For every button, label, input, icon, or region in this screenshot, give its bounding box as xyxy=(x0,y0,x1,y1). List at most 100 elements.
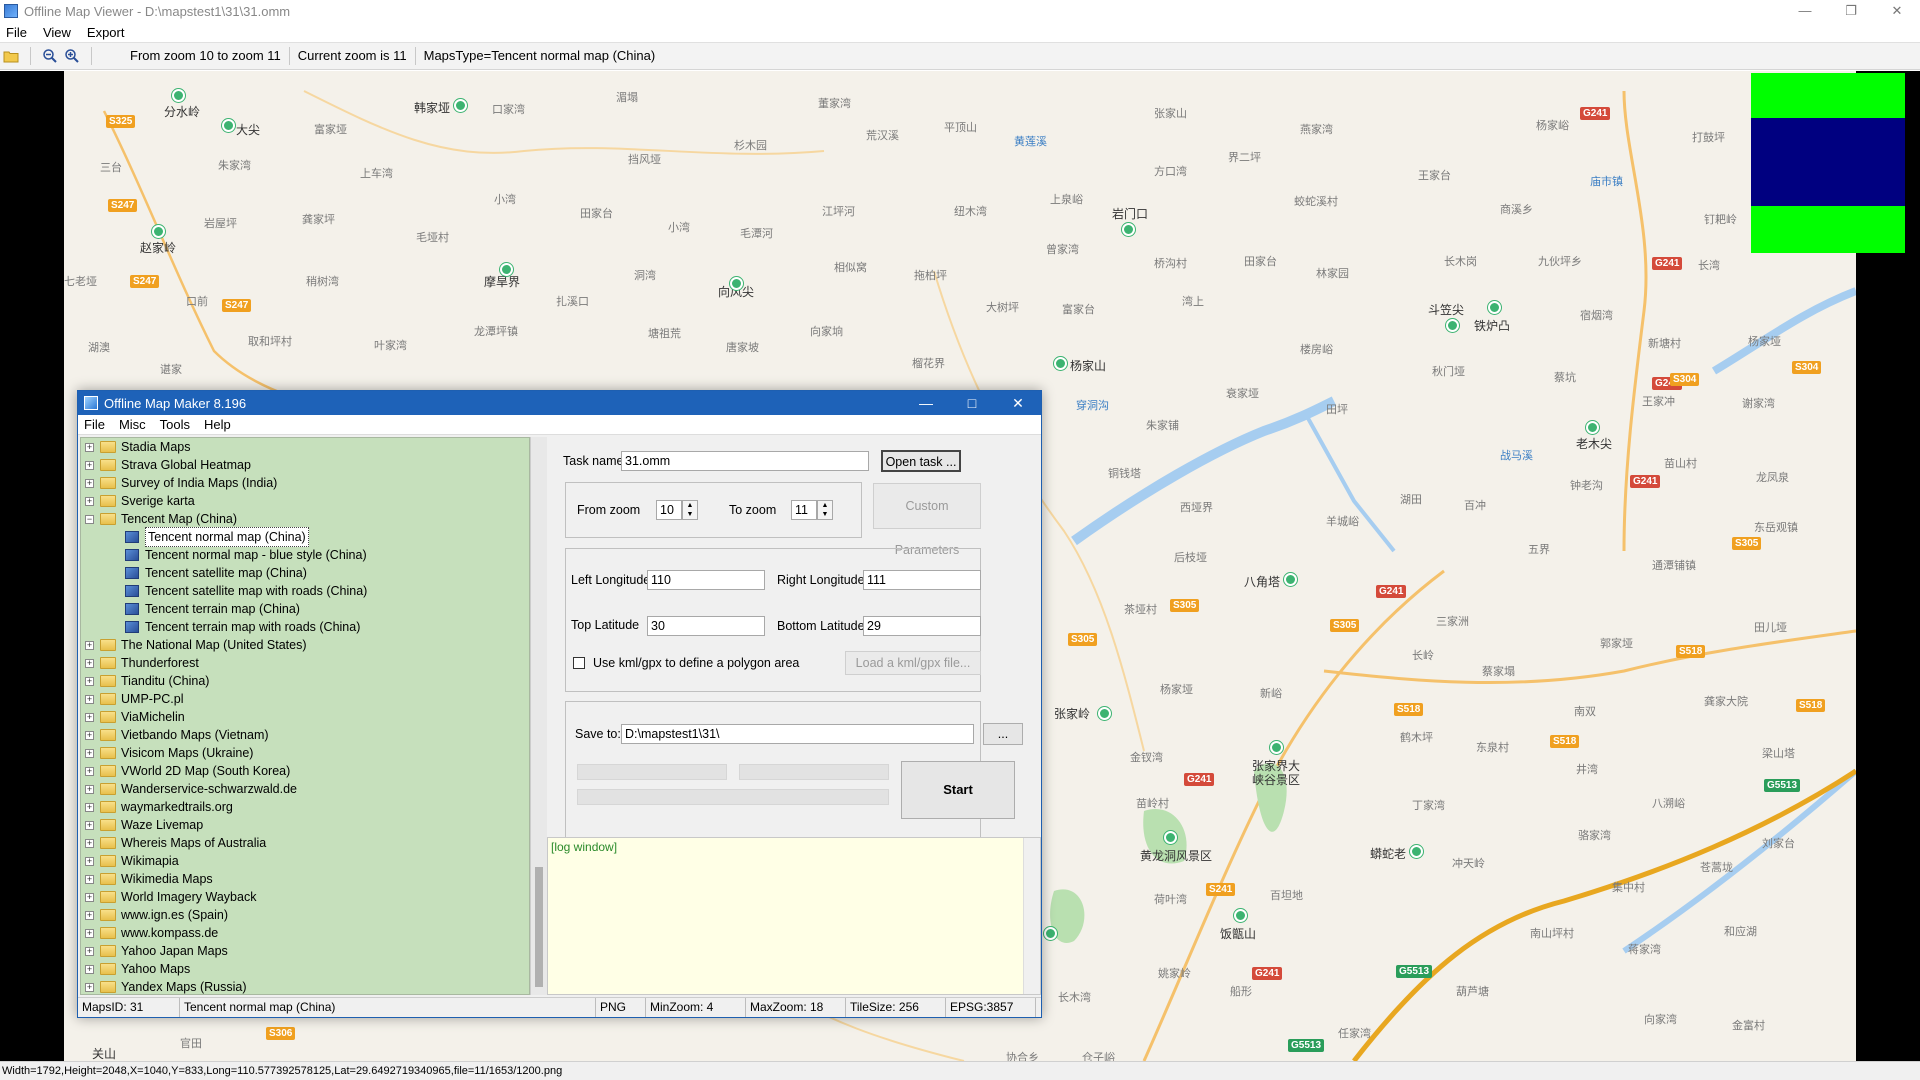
expander-icon[interactable]: + xyxy=(85,658,94,668)
tree-provider-item[interactable]: + World Imagery Wayback xyxy=(81,888,529,906)
tree-provider-item[interactable]: + Strava Global Heatmap xyxy=(81,456,529,474)
tree-scrollbar[interactable] xyxy=(530,437,547,995)
to-zoom-input[interactable]: 11 xyxy=(791,500,817,520)
poi-marker-icon[interactable] xyxy=(500,263,513,276)
log-scrollbar[interactable] xyxy=(1023,838,1040,994)
dialog-menu-misc[interactable]: Misc xyxy=(119,417,146,432)
tree-map-item[interactable]: Tencent normal map (China) xyxy=(81,527,529,547)
browse-button[interactable]: ... xyxy=(983,723,1023,745)
dialog-menu-tools[interactable]: Tools xyxy=(160,417,190,432)
restore-button[interactable]: ❐ xyxy=(1828,0,1874,22)
open-task-button[interactable]: Open task ... xyxy=(881,450,961,472)
bottom-latitude-input[interactable]: 29 xyxy=(863,616,981,636)
poi-marker-icon[interactable] xyxy=(1446,319,1459,332)
expander-icon[interactable]: + xyxy=(85,730,94,740)
tree-provider-item[interactable]: + www.ign.es (Spain) xyxy=(81,906,529,924)
scrollbar-thumb[interactable] xyxy=(535,867,543,987)
tree-provider-item[interactable]: + Thunderforest xyxy=(81,654,529,672)
poi-marker-icon[interactable] xyxy=(152,225,165,238)
expander-icon[interactable]: + xyxy=(85,964,94,974)
dialog-minimize-button[interactable]: — xyxy=(903,391,949,415)
tree-map-item[interactable]: Tencent satellite map with roads (China) xyxy=(81,582,529,600)
expander-icon[interactable]: − xyxy=(85,514,94,524)
poi-marker-icon[interactable] xyxy=(1586,421,1599,434)
menu-file[interactable]: File xyxy=(6,25,27,40)
save-to-input[interactable]: D:\mapstest1\31\ xyxy=(621,724,974,744)
poi-marker-icon[interactable] xyxy=(454,99,467,112)
expander-icon[interactable]: + xyxy=(85,676,94,686)
poi-marker-icon[interactable] xyxy=(222,119,235,132)
expander-icon[interactable]: + xyxy=(85,442,94,452)
from-zoom-spinner[interactable]: ▲ ▼ xyxy=(682,500,698,520)
log-window[interactable]: [log window] xyxy=(547,837,1041,995)
tree-provider-item[interactable]: + Yahoo Japan Maps xyxy=(81,942,529,960)
tree-provider-item[interactable]: + Sverige karta xyxy=(81,492,529,510)
zoom-in-icon[interactable] xyxy=(61,45,83,67)
poi-marker-icon[interactable] xyxy=(1410,845,1423,858)
tree-provider-item[interactable]: + Stadia Maps xyxy=(81,438,529,456)
tree-map-item[interactable]: Tencent terrain map (China) xyxy=(81,600,529,618)
expander-icon[interactable]: + xyxy=(85,748,94,758)
dialog-close-button[interactable]: ✕ xyxy=(995,391,1041,415)
task-name-input[interactable]: 31.omm xyxy=(621,451,869,471)
start-button[interactable]: Start xyxy=(901,761,1015,819)
expander-icon[interactable]: + xyxy=(85,802,94,812)
poi-marker-icon[interactable] xyxy=(1098,707,1111,720)
map-source-tree[interactable]: + Stadia Maps + Strava Global Heatmap + Surve… xyxy=(80,437,530,995)
expander-icon[interactable]: + xyxy=(85,694,94,704)
open-folder-icon[interactable] xyxy=(0,45,22,67)
expander-icon[interactable]: + xyxy=(85,838,94,848)
poi-marker-icon[interactable] xyxy=(1164,831,1177,844)
tree-provider-item[interactable]: + Wikimedia Maps xyxy=(81,870,529,888)
left-longitude-input[interactable]: 110 xyxy=(647,570,765,590)
from-zoom-input[interactable]: 10 xyxy=(656,500,682,520)
tree-map-item[interactable]: Tencent satellite map (China) xyxy=(81,564,529,582)
expander-icon[interactable]: + xyxy=(85,766,94,776)
close-button[interactable]: ✕ xyxy=(1874,0,1920,22)
tree-provider-item[interactable]: + ViaMichelin xyxy=(81,708,529,726)
to-zoom-spinner[interactable]: ▲ ▼ xyxy=(817,500,833,520)
expander-icon[interactable]: + xyxy=(85,820,94,830)
dialog-maximize-button[interactable]: □ xyxy=(949,391,995,415)
expander-icon[interactable]: + xyxy=(85,982,94,992)
poi-marker-icon[interactable] xyxy=(1488,301,1501,314)
tree-provider-item[interactable]: + Visicom Maps (Ukraine) xyxy=(81,744,529,762)
expander-icon[interactable]: + xyxy=(85,928,94,938)
expander-icon[interactable]: + xyxy=(85,784,94,794)
dialog-menu-help[interactable]: Help xyxy=(204,417,231,432)
minimize-button[interactable]: — xyxy=(1782,0,1828,22)
menu-view[interactable]: View xyxy=(43,25,71,40)
tree-provider-item[interactable]: + Survey of India Maps (India) xyxy=(81,474,529,492)
poi-marker-icon[interactable] xyxy=(1270,741,1283,754)
expander-icon[interactable]: + xyxy=(85,496,94,506)
tree-map-item[interactable]: Tencent normal map - blue style (China) xyxy=(81,546,529,564)
custom-parameters-button[interactable]: Custom Parameters xyxy=(873,483,981,557)
load-kml-button[interactable]: Load a kml/gpx file... xyxy=(845,651,981,675)
top-latitude-input[interactable]: 30 xyxy=(647,616,765,636)
tree-provider-item[interactable]: + Yandex Maps (Russia) xyxy=(81,978,529,994)
expander-icon[interactable]: + xyxy=(85,460,94,470)
expander-icon[interactable]: + xyxy=(85,640,94,650)
expander-icon[interactable]: + xyxy=(85,856,94,866)
menu-export[interactable]: Export xyxy=(87,25,125,40)
tree-map-item[interactable]: Tencent terrain map with roads (China) xyxy=(81,618,529,636)
poi-marker-icon[interactable] xyxy=(1234,909,1247,922)
tree-provider-item[interactable]: + Wanderservice-schwarzwald.de xyxy=(81,780,529,798)
use-kml-checkbox[interactable] xyxy=(573,657,585,669)
tree-provider-item[interactable]: + waymarkedtrails.org xyxy=(81,798,529,816)
expander-icon[interactable]: + xyxy=(85,910,94,920)
tree-provider-item[interactable]: + UMP-PC.pl xyxy=(81,690,529,708)
poi-marker-icon[interactable] xyxy=(1122,223,1135,236)
poi-marker-icon[interactable] xyxy=(1044,927,1057,940)
tree-provider-item[interactable]: + Vietbando Maps (Vietnam) xyxy=(81,726,529,744)
tree-provider-item[interactable]: + The National Map (United States) xyxy=(81,636,529,654)
right-longitude-input[interactable]: 111 xyxy=(863,570,981,590)
dialog-menu-file[interactable]: File xyxy=(84,417,105,432)
expander-icon[interactable]: + xyxy=(85,478,94,488)
poi-marker-icon[interactable] xyxy=(1284,573,1297,586)
expander-icon[interactable]: + xyxy=(85,892,94,902)
tree-provider-item[interactable]: + VWorld 2D Map (South Korea) xyxy=(81,762,529,780)
tree-provider-item[interactable]: + Wikimapia xyxy=(81,852,529,870)
tree-provider-item[interactable]: + Yahoo Maps xyxy=(81,960,529,978)
tree-provider-item[interactable]: + www.kompass.de xyxy=(81,924,529,942)
